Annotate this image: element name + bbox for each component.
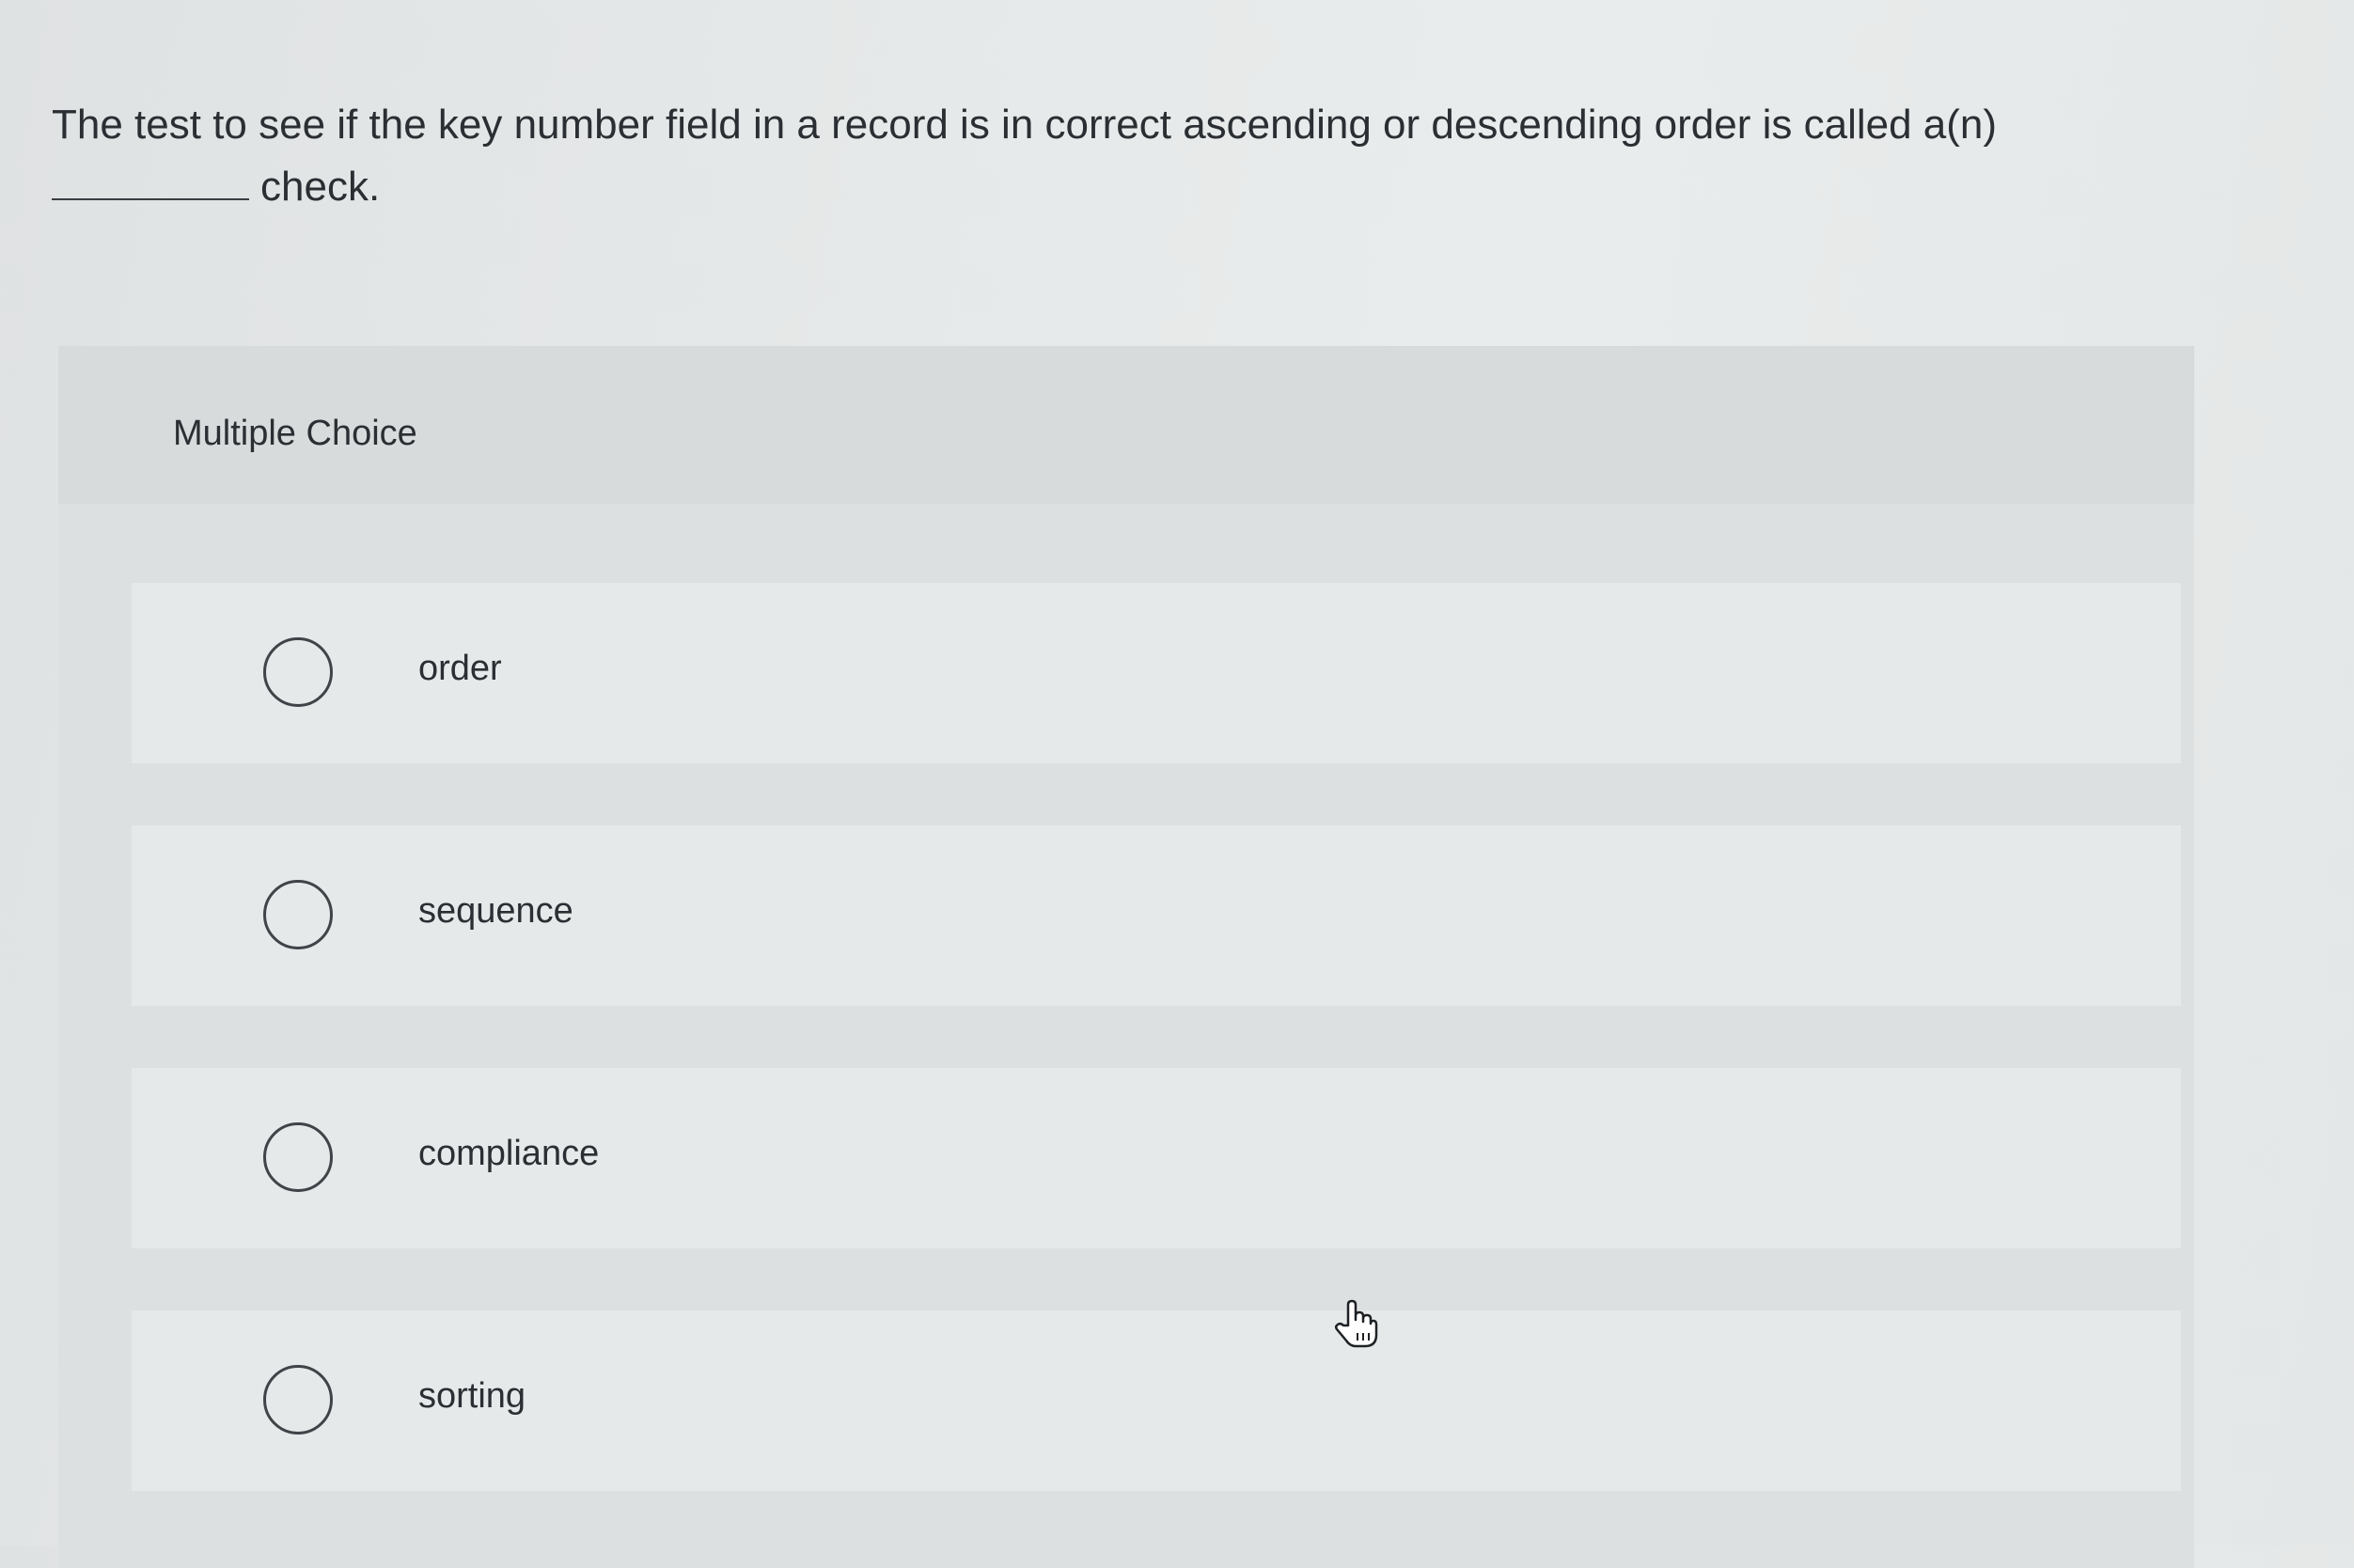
option-label: order [418, 649, 502, 688]
question-text: The test to see if the key number field … [52, 94, 2120, 218]
radio-button-order[interactable] [263, 637, 333, 707]
panel-header: Multiple Choice [58, 346, 2194, 504]
option-sorting[interactable]: sorting [132, 1310, 2181, 1491]
option-label: compliance [418, 1134, 600, 1173]
radio-button-sequence[interactable] [263, 880, 333, 949]
question-line-1: The test to see if the key number field … [52, 102, 1998, 148]
question-line-2: check. [52, 156, 2120, 218]
radio-button-compliance[interactable] [263, 1122, 333, 1192]
option-sequence[interactable]: sequence [132, 825, 2181, 1006]
option-compliance[interactable]: compliance [132, 1068, 2181, 1248]
option-label: sequence [418, 891, 573, 931]
hand-pointer-icon [1333, 1297, 1378, 1350]
question-line-2-text: check. [260, 164, 381, 210]
answer-blank [52, 197, 249, 200]
panel-title: Multiple Choice [173, 414, 417, 453]
option-label: sorting [418, 1376, 526, 1416]
option-order[interactable]: order [132, 583, 2181, 763]
radio-button-sorting[interactable] [263, 1365, 333, 1435]
multiple-choice-panel: Multiple Choice order sequence complianc… [58, 346, 2194, 1568]
options-list: order sequence compliance sorting [132, 583, 2181, 1553]
